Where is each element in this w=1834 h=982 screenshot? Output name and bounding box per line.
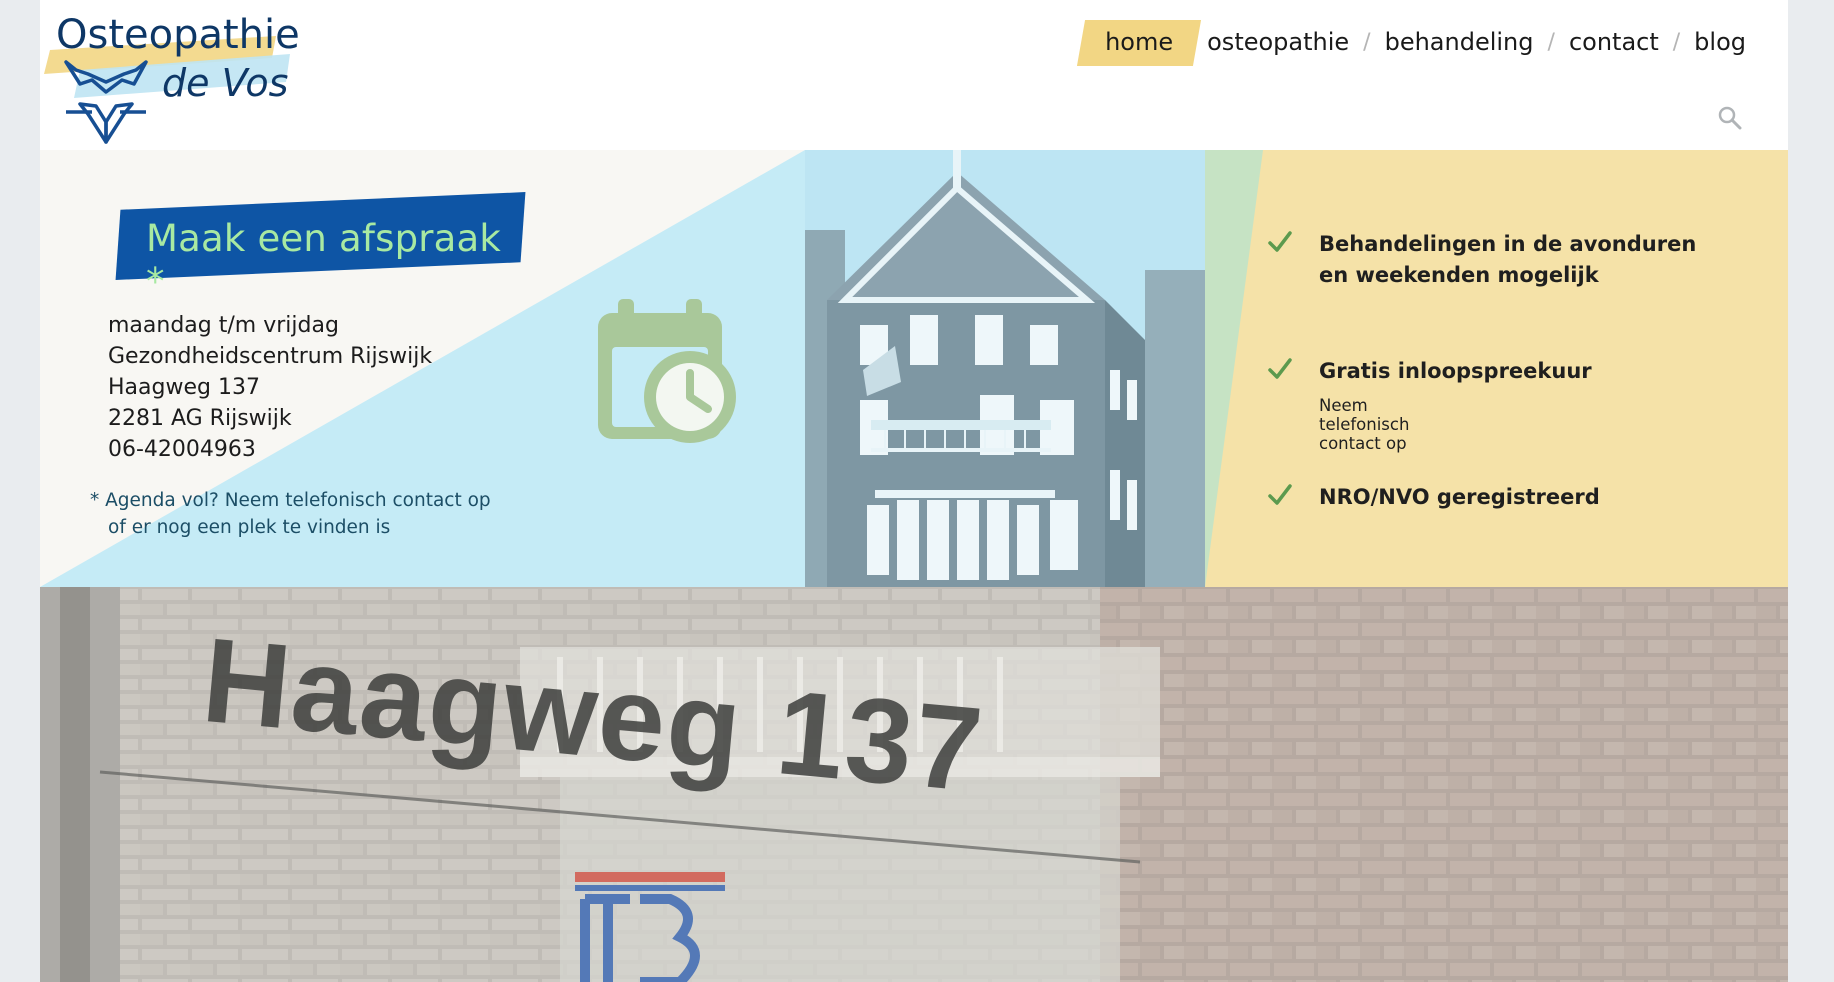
phone-number[interactable]: 06-42004963 xyxy=(108,434,432,465)
checkmark-icon xyxy=(1268,358,1292,379)
site-header: Osteopathie de Vos home osteopathie / be… xyxy=(40,0,1788,150)
main-nav: home osteopathie / behandeling / contact… xyxy=(1081,18,1756,66)
logo-subtitle: de Vos xyxy=(162,61,288,105)
calendar-clock-icon xyxy=(596,297,741,452)
nav-separator: / xyxy=(1672,29,1681,55)
search-icon[interactable] xyxy=(1716,104,1744,132)
agenda-note: * Agenda vol? Neem telefonisch contact o… xyxy=(90,487,491,541)
address-line: 2281 AG Rijswijk xyxy=(108,406,292,431)
feature-title: Gratis inloopspreekuur xyxy=(1319,359,1592,383)
nav-item-home[interactable]: home xyxy=(1081,18,1197,66)
address-block: maandag t/m vrijdag Gezondheidscentrum R… xyxy=(108,310,432,465)
make-appointment-button[interactable]: Maak een afspraak * xyxy=(118,201,523,303)
checkmark-icon xyxy=(1268,231,1292,252)
address-line: maandag t/m vrijdag xyxy=(108,313,339,338)
nav-item-osteopathie[interactable]: osteopathie xyxy=(1197,18,1359,66)
features-panel: Behandelingen in de avonduren en weekend… xyxy=(1205,150,1788,587)
address-line: Gezondheidscentrum Rijswijk xyxy=(108,344,433,369)
checkmark-icon xyxy=(1268,484,1292,505)
site-logo[interactable]: Osteopathie de Vos xyxy=(40,0,300,150)
building-photo xyxy=(805,150,1205,587)
agenda-note-line: * Agenda vol? Neem telefonisch contact o… xyxy=(90,490,491,511)
nav-item-blog[interactable]: blog xyxy=(1684,18,1756,66)
appointment-panel: Maak een afspraak * maandag t/m vrijdag … xyxy=(40,150,805,587)
page: Osteopathie de Vos home osteopathie / be… xyxy=(40,0,1788,982)
nav-item-contact[interactable]: contact xyxy=(1559,18,1669,66)
street-sign-photo: Haagweg 137 xyxy=(40,587,1788,982)
make-appointment-label: Maak een afspraak * xyxy=(146,217,502,303)
logo-graphic: Osteopathie de Vos xyxy=(44,12,300,144)
feature-subtitle: Neem telefonisch contact op xyxy=(1319,396,1410,453)
agenda-note-line: of er nog een plek te vinden is xyxy=(108,517,391,538)
nav-item-behandeling[interactable]: behandeling xyxy=(1375,18,1544,66)
feature-title: Behandelingen in de avonduren en weekend… xyxy=(1319,232,1697,287)
feature-title: NRO/NVO geregistreerd xyxy=(1319,485,1600,509)
nav-separator: / xyxy=(1547,29,1555,55)
address-line: Haagweg 137 xyxy=(108,375,260,400)
logo-title: Osteopathie xyxy=(56,12,300,58)
nav-separator: / xyxy=(1363,29,1371,55)
hero-section: Maak een afspraak * maandag t/m vrijdag … xyxy=(40,150,1788,587)
